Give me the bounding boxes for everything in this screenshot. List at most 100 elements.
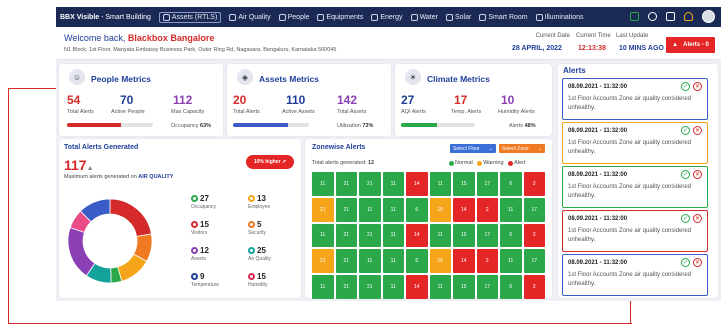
- zone-cell[interactable]: 14: [406, 172, 428, 196]
- zone-cell[interactable]: 6: [406, 197, 428, 222]
- page-header: Welcome back, Blackbox Bangalore N1 Bloc…: [56, 27, 721, 60]
- zone-cell[interactable]: 14: [406, 275, 428, 299]
- zone-cell[interactable]: 11: [312, 275, 334, 299]
- zone-cell[interactable]: 2: [523, 172, 545, 196]
- zone-grid: 11 21 21 11 14 11 15 17 6 2 21 21 11 11 6 15 14 2 11 17 11 21…: [312, 172, 545, 299]
- close-icon[interactable]: ✕: [693, 214, 702, 223]
- zone-cell[interactable]: 15: [429, 249, 451, 274]
- close-icon[interactable]: ✕: [693, 126, 702, 135]
- legend-item-employee: 13 Employee: [248, 194, 271, 210]
- tab-equipments[interactable]: Equipments: [317, 13, 363, 21]
- zone-cell[interactable]: 14: [453, 197, 475, 222]
- legend-dot: [248, 195, 255, 202]
- zone-cell[interactable]: 6: [500, 223, 522, 248]
- check-icon[interactable]: ✓: [681, 214, 690, 223]
- higher-badge: 10% higher ↗: [246, 155, 294, 169]
- zone-cell[interactable]: 17: [476, 172, 498, 196]
- zone-cell[interactable]: 2: [523, 223, 545, 248]
- tab-water[interactable]: Water: [410, 13, 438, 21]
- legend-dot: [191, 195, 198, 202]
- select-zone-dropdown[interactable]: Select Zone ⌄: [499, 144, 545, 153]
- zone-cell[interactable]: 21: [359, 223, 381, 248]
- zone-cell[interactable]: 11: [382, 223, 404, 248]
- close-icon[interactable]: ✕: [693, 170, 702, 179]
- tab-people[interactable]: People: [278, 13, 309, 21]
- gear-icon[interactable]: [648, 12, 657, 21]
- bell-icon[interactable]: [684, 12, 693, 21]
- people-total-alerts-label: Total Alerts: [67, 109, 94, 115]
- check-icon[interactable]: ✓: [681, 258, 690, 267]
- zone-cell[interactable]: 11: [359, 249, 381, 274]
- zone-cell[interactable]: 15: [429, 197, 451, 222]
- zone-cell[interactable]: 11: [382, 275, 404, 299]
- chevron-down-icon: ⌄: [537, 145, 542, 152]
- close-icon[interactable]: ✕: [693, 258, 702, 267]
- zone-cell[interactable]: 17: [523, 197, 545, 222]
- check-icon[interactable]: ✓: [681, 170, 690, 179]
- select-floor-dropdown[interactable]: Select Floor ⌄: [450, 144, 496, 153]
- document-icon[interactable]: [666, 12, 675, 21]
- alert-card[interactable]: 08.09.2021 - 11:32:00 ✓ ✕ 1st Floor Account…: [562, 78, 708, 120]
- zone-cell[interactable]: 21: [312, 197, 334, 222]
- zone-cell[interactable]: 11: [312, 223, 334, 248]
- zone-cell[interactable]: 2: [476, 249, 498, 274]
- tab-smart-room[interactable]: Smart Room: [479, 13, 528, 21]
- alerts-button[interactable]: ▲ Alerts - 0: [666, 37, 715, 53]
- tab-assets-rtls[interactable]: Assets (RTLS): [158, 11, 222, 23]
- zone-cell[interactable]: 17: [523, 249, 545, 274]
- zone-cell[interactable]: 21: [335, 172, 357, 196]
- zone-cell[interactable]: 14: [453, 249, 475, 274]
- zone-cell[interactable]: 11: [382, 249, 404, 274]
- avatar[interactable]: [702, 10, 715, 23]
- alert-card[interactable]: 08.09.2021 - 11:32:00 ✓ ✕ 1st Floor Account…: [562, 254, 708, 296]
- zone-cell[interactable]: 6: [406, 249, 428, 274]
- close-icon[interactable]: ✕: [693, 82, 702, 91]
- check-icon[interactable]: ✓: [681, 82, 690, 91]
- zone-cell[interactable]: 11: [500, 249, 522, 274]
- zone-cell[interactable]: 17: [476, 275, 498, 299]
- zone-cell[interactable]: 11: [382, 197, 404, 222]
- zone-cell[interactable]: 21: [335, 249, 357, 274]
- zone-cell[interactable]: 15: [453, 275, 475, 299]
- zone-cell[interactable]: 11: [312, 172, 334, 196]
- people-max-label: Max Capacity: [171, 109, 205, 115]
- zone-cell[interactable]: 21: [335, 275, 357, 299]
- zone-cell[interactable]: 2: [476, 197, 498, 222]
- tab-solar[interactable]: Solar: [445, 13, 471, 21]
- check-icon[interactable]: ✓: [681, 126, 690, 135]
- alert-time: 08.09.2021 - 11:32:00: [568, 172, 628, 178]
- alert-card[interactable]: 08.09.2021 - 11:32:00 ✓ ✕ 1st Floor Account…: [562, 210, 708, 252]
- zone-cell[interactable]: 11: [359, 197, 381, 222]
- occupancy-note: Occupancy 63%: [171, 123, 212, 129]
- zone-cell[interactable]: 21: [312, 249, 334, 274]
- alert-card[interactable]: 08.09.2021 - 11:32:00 ✓ ✕ 1st Floor Account…: [562, 122, 708, 164]
- home-icon[interactable]: [630, 12, 639, 21]
- assets-metrics-title: Assets Metrics: [259, 74, 320, 84]
- tab-illuminations[interactable]: Illuminations: [535, 13, 584, 21]
- zone-cell[interactable]: 11: [500, 197, 522, 222]
- utilization-note: Utilization 73%: [337, 123, 374, 129]
- connector-line-bottom: [8, 323, 632, 324]
- zone-cell[interactable]: 11: [382, 172, 404, 196]
- zone-cell[interactable]: 11: [429, 172, 451, 196]
- zone-cell[interactable]: 11: [429, 223, 451, 248]
- zone-cell[interactable]: 21: [359, 172, 381, 196]
- zone-cell[interactable]: 15: [453, 223, 475, 248]
- zone-cell[interactable]: 17: [476, 223, 498, 248]
- zone-cell[interactable]: 21: [335, 223, 357, 248]
- zone-cell[interactable]: 21: [335, 197, 357, 222]
- zone-cell[interactable]: 15: [453, 172, 475, 196]
- tab-air-quality[interactable]: Air Quality: [229, 13, 271, 21]
- utilization-bar-fill: [233, 123, 289, 127]
- zone-cell[interactable]: 6: [500, 172, 522, 196]
- zone-cell[interactable]: 2: [523, 275, 545, 299]
- alert-card[interactable]: 08.09.2021 - 11:32:00 ✓ ✕ 1st Floor Account…: [562, 166, 708, 208]
- zone-cell[interactable]: 14: [406, 223, 428, 248]
- alert-message: 1st Floor Accounts Zone air quality cons…: [568, 96, 692, 111]
- zone-cell[interactable]: 21: [359, 275, 381, 299]
- zone-cell[interactable]: 6: [500, 275, 522, 299]
- alert-message: 1st Floor Accounts Zone air quality cons…: [568, 184, 692, 199]
- people-max: 112: [173, 93, 193, 107]
- tab-energy[interactable]: Energy: [371, 13, 403, 21]
- zone-cell[interactable]: 11: [429, 275, 451, 299]
